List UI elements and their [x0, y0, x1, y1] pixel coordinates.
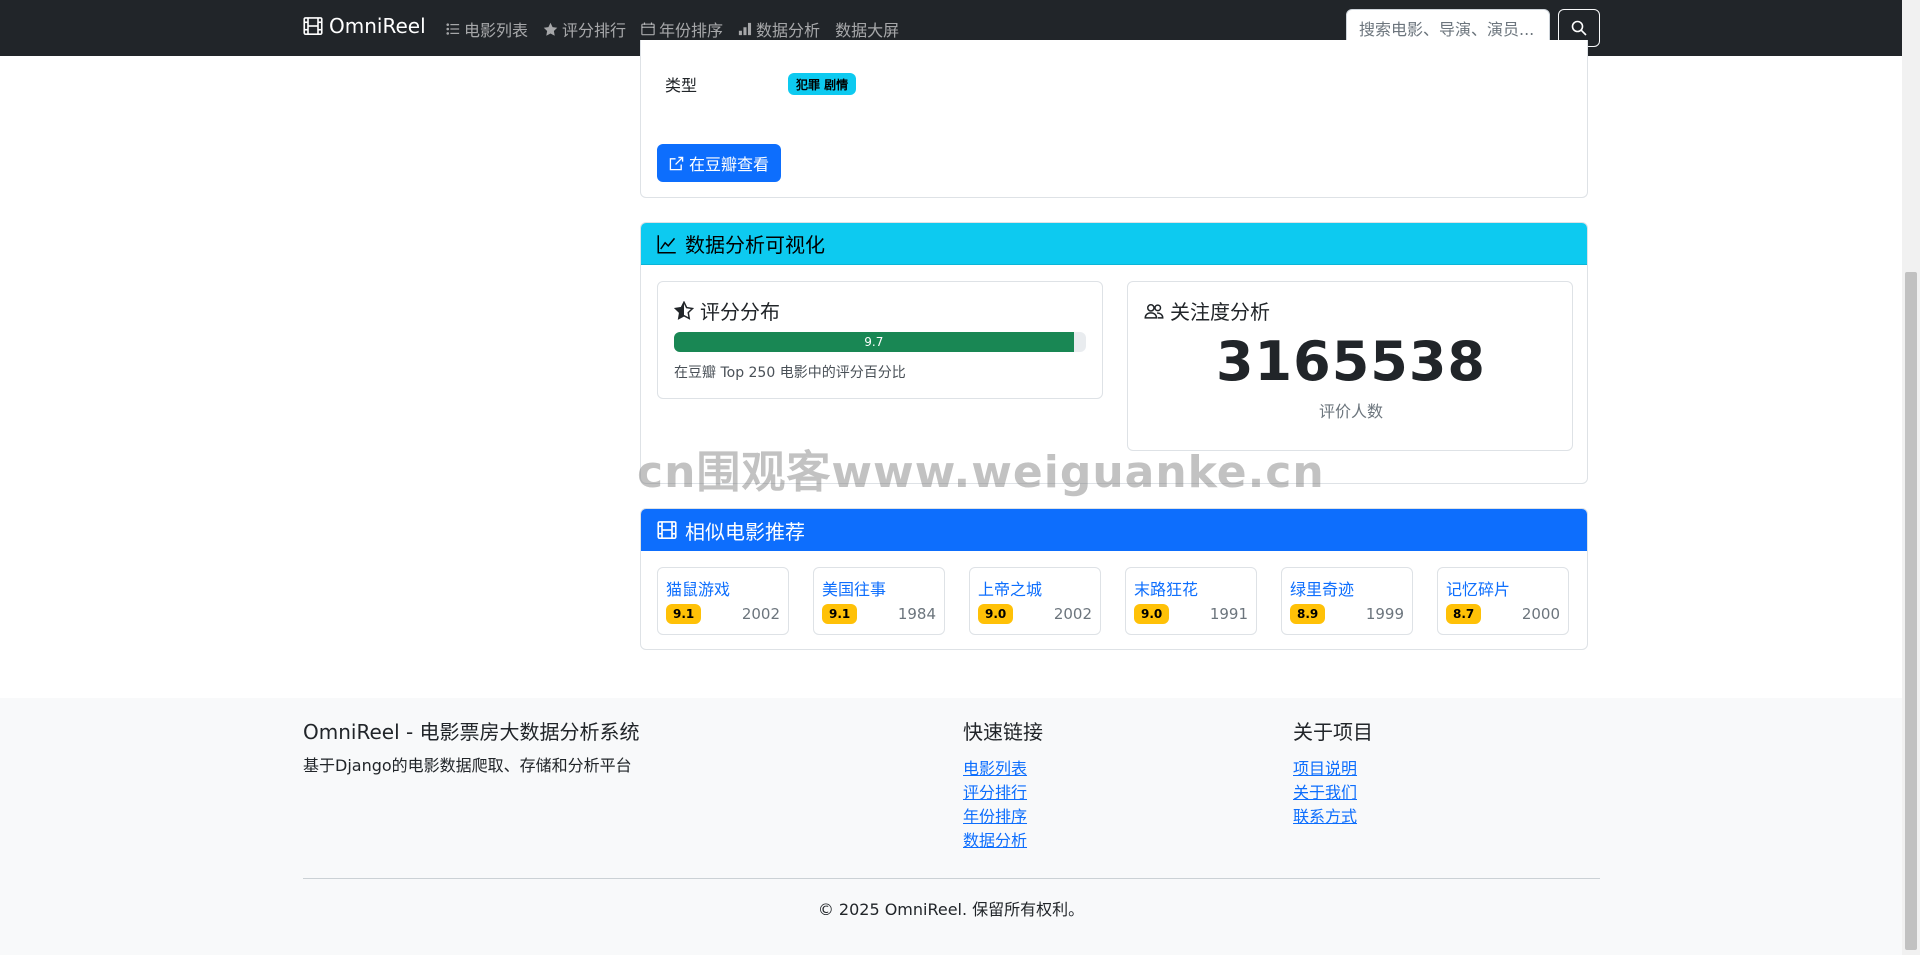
similar-movie-rating-badge: 8.7: [1446, 604, 1482, 624]
rating-progress-value: 9.7: [864, 335, 884, 349]
film-icon: [303, 16, 323, 36]
similar-movie-rating-badge: 9.0: [1134, 604, 1170, 624]
copyright: © 2025 OmniReel. 保留所有权利。: [817, 900, 1085, 919]
rating-distribution-title-text: 评分分布: [700, 300, 780, 324]
similar-movie-year: 1984: [897, 605, 936, 623]
footer-link-year-sort[interactable]: 年份排序: [963, 805, 1043, 829]
attention-analysis-card: 关注度分析 3165538 评价人数: [1127, 281, 1573, 451]
bar-chart-icon: [738, 22, 752, 36]
similar-movie-year: 1999: [1365, 605, 1404, 623]
similar-movie-title[interactable]: 猫鼠游戏: [666, 576, 730, 600]
douban-view-button[interactable]: 在豆瓣查看: [657, 144, 782, 182]
footer-link-data-analysis[interactable]: 数据分析: [963, 829, 1043, 853]
similar-movie-item[interactable]: 猫鼠游戏 9.1 2002: [657, 567, 789, 635]
nav-links: 电影列表 评分排行 年份排序 数据分析 数据大屏: [446, 17, 899, 41]
similar-movie-year: 2002: [1053, 605, 1092, 623]
nav-movie-list-label: 电影列表: [464, 21, 529, 40]
film-icon: [657, 520, 677, 540]
external-link-icon: [669, 156, 684, 171]
list-icon: [446, 22, 460, 36]
rating-distribution-card: 评分分布 9.7 在豆瓣 Top 250 电影中的评分百分比: [657, 281, 1103, 399]
about-title: 关于项目: [1293, 720, 1373, 744]
movie-info-card: 类型 犯罪 剧情 在豆瓣查看: [640, 40, 1588, 198]
similar-movie-item[interactable]: 记忆碎片 8.7 2000: [1437, 567, 1569, 635]
nav-movie-list[interactable]: 电影列表: [446, 17, 528, 41]
rating-distribution-title: 评分分布: [674, 296, 780, 325]
footer-link-about-us[interactable]: 关于我们: [1293, 781, 1373, 805]
watermark: cn围观客www.weiguanke.cn: [637, 447, 1325, 498]
similar-movie-item[interactable]: 末路狂花 9.0 1991: [1125, 567, 1257, 635]
attention-analysis-title-text: 关注度分析: [1170, 300, 1270, 324]
analysis-header-title: 数据分析可视化: [685, 233, 825, 257]
footer-link-rating-rank[interactable]: 评分排行: [963, 781, 1043, 805]
brand-link[interactable]: OmniReel: [303, 14, 426, 38]
analysis-header: 数据分析可视化: [641, 223, 1587, 265]
similar-movie-title[interactable]: 末路狂花: [1134, 576, 1198, 600]
similar-movie-title[interactable]: 美国往事: [822, 576, 886, 600]
similar-movie-item[interactable]: 美国往事 9.1 1984: [813, 567, 945, 635]
nav-data-dashboard-label: 数据大屏: [835, 21, 900, 40]
similar-movies-card: 相似电影推荐 猫鼠游戏 9.1 2002 美国往事 9.1 1984 上帝之城 …: [640, 508, 1588, 650]
nav-rating-rank[interactable]: 评分排行: [543, 17, 626, 41]
search-icon: [1571, 20, 1587, 36]
genre-badge: 犯罪 剧情: [788, 73, 857, 95]
rating-progress-bar: 9.7: [674, 332, 1074, 352]
similar-movie-rating-badge: 9.1: [666, 604, 702, 624]
nav-year-sort-label: 年份排序: [659, 21, 724, 40]
similar-movie-item[interactable]: 绿里奇迹 8.9 1999: [1281, 567, 1413, 635]
similar-movie-item[interactable]: 上帝之城 9.0 2002: [969, 567, 1101, 635]
similar-movie-title[interactable]: 绿里奇迹: [1290, 576, 1354, 600]
genre-label: 类型: [665, 76, 698, 95]
similar-movies-header-title: 相似电影推荐: [685, 519, 805, 544]
nav-year-sort[interactable]: 年份排序: [641, 17, 723, 41]
rating-progress: 9.7: [674, 332, 1086, 352]
attention-analysis-title: 关注度分析: [1144, 296, 1270, 325]
footer-link-project-info[interactable]: 项目说明: [1293, 757, 1373, 781]
similar-movie-rating-badge: 9.1: [822, 604, 858, 624]
nav-data-analysis-label: 数据分析: [756, 21, 821, 40]
footer-link-contact[interactable]: 联系方式: [1293, 805, 1373, 829]
quick-links-section: 快速链接 电影列表 评分排行 年份排序 数据分析: [963, 716, 1043, 853]
about-section: 关于项目 项目说明 关于我们 联系方式: [1293, 716, 1373, 829]
rating-note: 在豆瓣 Top 250 电影中的评分百分比: [674, 365, 906, 381]
star-icon: [543, 22, 558, 37]
footer-divider: [303, 878, 1600, 879]
calendar-icon: [641, 22, 655, 36]
similar-movie-title[interactable]: 记忆碎片: [1446, 576, 1510, 600]
similar-movies-header: 相似电影推荐: [641, 509, 1587, 551]
similar-movie-year: 1991: [1209, 605, 1248, 623]
line-chart-icon: [657, 234, 677, 254]
footer: OmniReel - 电影票房大数据分析系统 基于Django的电影数据爬取、存…: [0, 698, 1902, 955]
similar-movie-rating-badge: 8.9: [1290, 604, 1326, 624]
scrollbar-thumb[interactable]: [1905, 272, 1917, 950]
nav-data-dashboard[interactable]: 数据大屏: [835, 17, 899, 41]
similar-movies-list: 猫鼠游戏 9.1 2002 美国往事 9.1 1984 上帝之城 9.0 200…: [657, 567, 1569, 635]
similar-movie-rating-badge: 9.0: [978, 604, 1014, 624]
similar-movie-year: 2000: [1521, 605, 1560, 623]
footer-link-movie-list[interactable]: 电影列表: [963, 757, 1043, 781]
footer-title: OmniReel - 电影票房大数据分析系统: [303, 720, 640, 744]
nav-data-analysis[interactable]: 数据分析: [738, 17, 820, 41]
quick-links-title: 快速链接: [963, 720, 1043, 744]
similar-movie-year: 2002: [741, 605, 780, 623]
nav-rating-rank-label: 评分排行: [562, 21, 627, 40]
similar-movie-title[interactable]: 上帝之城: [978, 576, 1042, 600]
footer-description: 基于Django的电影数据爬取、存储和分析平台: [303, 756, 632, 775]
brand-name: OmniReel: [329, 14, 426, 38]
star-half-icon: [674, 300, 694, 321]
page: OmniReel 电影列表 评分排行 年份排序 数据分析 数据大屏 搜索电影、导…: [0, 0, 1902, 955]
review-count: 3165538: [1215, 330, 1486, 393]
review-count-label: 评价人数: [1318, 402, 1383, 421]
douban-view-button-label: 在豆瓣查看: [689, 155, 770, 174]
people-icon: [1144, 301, 1164, 321]
